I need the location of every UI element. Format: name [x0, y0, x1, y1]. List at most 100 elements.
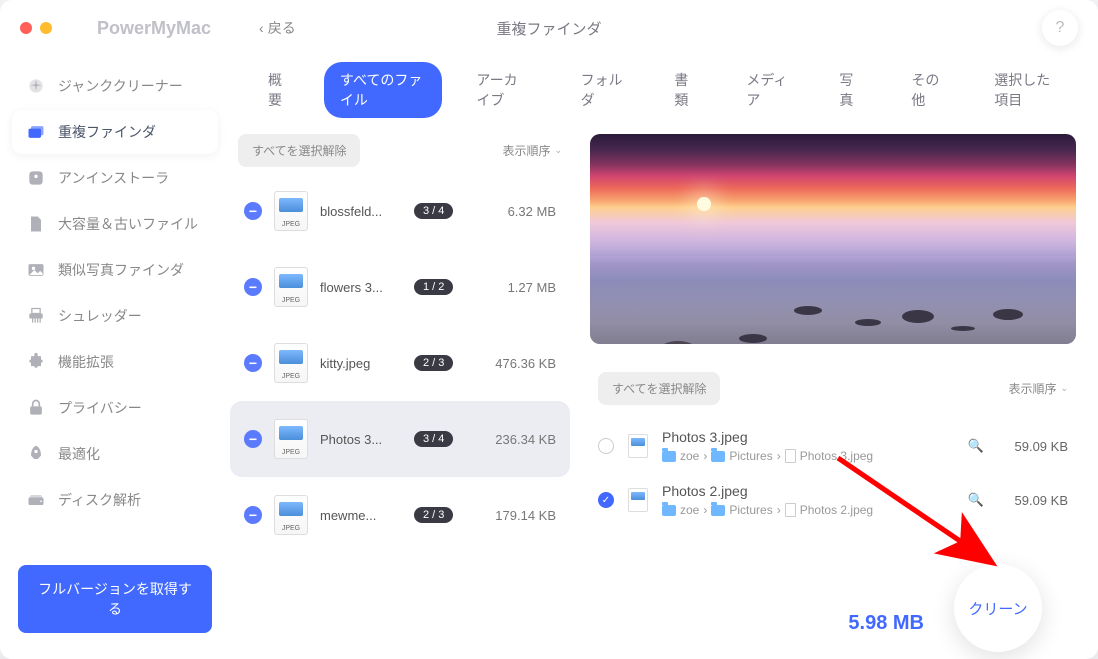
sidebar-item-label: 重複ファインダ	[58, 122, 156, 142]
image-icon	[26, 260, 46, 280]
folder-icon	[711, 505, 725, 516]
reveal-in-finder-icon[interactable]: 🔍	[968, 438, 984, 454]
file-icon	[785, 503, 796, 517]
shredder-icon	[26, 306, 46, 326]
detail-deselect-all-button[interactable]: すべてを選択解除	[598, 372, 720, 405]
group-name: kitty.jpeg	[320, 356, 402, 371]
tab-media[interactable]: メディア	[730, 62, 805, 118]
file-size: 59.09 KB	[998, 493, 1068, 508]
sidebar-item-uninstaller[interactable]: アンインストーラ	[12, 156, 218, 200]
jpeg-file-icon: JPEG	[274, 419, 308, 459]
tab-selected[interactable]: 選択した項目	[978, 62, 1076, 118]
sort-order-button[interactable]: 表示順序 ⌄	[502, 142, 562, 159]
sidebar-item-optimize[interactable]: 最適化	[12, 432, 218, 476]
sidebar: ジャンククリーナー 重複ファインダ アンインストーラ 大容量＆古いファイル 類似…	[0, 56, 230, 659]
jpeg-file-icon: JPEG	[274, 495, 308, 535]
collapse-icon[interactable]: −	[244, 430, 262, 448]
group-row[interactable]: − JPEG blossfeld... 3 / 4 6.32 MB	[230, 173, 570, 249]
sidebar-item-label: ジャンククリーナー	[58, 76, 183, 96]
collapse-icon[interactable]: −	[244, 506, 262, 524]
filter-tabs: 概要 すべてのファイル アーカイブ フォルダ 書類 メディア 写真 その他 選択…	[230, 56, 1098, 134]
folder-icon	[662, 505, 676, 516]
group-row[interactable]: − JPEG kitty.jpeg 2 / 3 476.36 KB	[230, 325, 570, 401]
jpeg-file-icon	[628, 434, 648, 458]
lock-icon	[26, 398, 46, 418]
tab-photos[interactable]: 写真	[823, 62, 877, 118]
file-row[interactable]: Photos 3.jpeg zoe › Pictures › Photo	[590, 419, 1076, 473]
tab-overview[interactable]: 概要	[252, 62, 306, 118]
sidebar-item-junk-cleaner[interactable]: ジャンククリーナー	[12, 64, 218, 108]
folder-stack-icon	[26, 122, 46, 142]
tab-other[interactable]: その他	[895, 62, 960, 118]
full-version-button[interactable]: フルバージョンを取得する	[18, 565, 212, 633]
duplicate-file-list: Photos 3.jpeg zoe › Pictures › Photo	[590, 419, 1076, 587]
help-button[interactable]: ?	[1042, 10, 1078, 46]
file-icon	[785, 449, 796, 463]
sidebar-item-large-old-files[interactable]: 大容量＆古いファイル	[12, 202, 218, 246]
group-size: 6.32 MB	[465, 204, 556, 219]
help-icon: ?	[1056, 19, 1065, 37]
file-checkbox[interactable]	[598, 438, 614, 454]
group-size: 476.36 KB	[465, 356, 556, 371]
tab-documents[interactable]: 書類	[658, 62, 712, 118]
count-badge: 3 / 4	[414, 431, 453, 447]
sidebar-item-duplicate-finder[interactable]: 重複ファインダ	[12, 110, 218, 154]
collapse-icon[interactable]: −	[244, 354, 262, 372]
minimize-window-icon[interactable]	[40, 22, 52, 34]
file-checkbox[interactable]: ✓	[598, 492, 614, 508]
file-icon	[26, 214, 46, 234]
count-badge: 2 / 3	[414, 507, 453, 523]
group-row[interactable]: − JPEG mewme... 2 / 3 179.14 KB	[230, 477, 570, 553]
count-badge: 1 / 2	[414, 279, 453, 295]
sidebar-item-label: ディスク解析	[58, 490, 141, 510]
jpeg-file-icon: JPEG	[274, 191, 308, 231]
collapse-icon[interactable]: −	[244, 202, 262, 220]
sidebar-item-shredder[interactable]: シュレッダー	[12, 294, 218, 338]
chevron-down-icon: ⌄	[554, 145, 562, 156]
detail-sort-button[interactable]: 表示順序 ⌄	[1008, 380, 1068, 397]
sidebar-item-label: シュレッダー	[58, 306, 142, 326]
app-icon	[26, 168, 46, 188]
duplicate-group-list: − JPEG blossfeld... 3 / 4 6.32 MB − JPEG…	[230, 173, 570, 659]
folder-icon	[711, 451, 725, 462]
sort-label: 表示順序	[502, 142, 550, 159]
reveal-in-finder-icon[interactable]: 🔍	[968, 492, 984, 508]
deselect-all-button[interactable]: すべてを選択解除	[238, 134, 360, 167]
window-controls[interactable]	[20, 22, 52, 34]
sidebar-item-label: プライバシー	[58, 398, 142, 418]
sidebar-item-label: 最適化	[58, 444, 100, 464]
sidebar-item-label: 類似写真ファインダ	[58, 260, 184, 280]
group-size: 179.14 KB	[465, 508, 556, 523]
window-title: 重複ファインダ	[496, 18, 601, 39]
group-name: blossfeld...	[320, 204, 402, 219]
group-row[interactable]: − JPEG flowers 3... 1 / 2 1.27 MB	[230, 249, 570, 325]
chevron-left-icon: ‹	[259, 20, 264, 36]
sidebar-item-similar-photos[interactable]: 類似写真ファインダ	[12, 248, 218, 292]
sidebar-item-label: アンインストーラ	[58, 168, 169, 188]
sidebar-item-disk-analysis[interactable]: ディスク解析	[12, 478, 218, 522]
close-window-icon[interactable]	[20, 22, 32, 34]
total-size: 5.98 MB	[848, 612, 924, 635]
file-row[interactable]: ✓ Photos 2.jpeg zoe › Pictures	[590, 473, 1076, 527]
group-name: Photos 3...	[320, 432, 402, 447]
tab-folders[interactable]: フォルダ	[565, 62, 641, 118]
sparkle-icon	[26, 76, 46, 96]
back-label: 戻る	[268, 18, 296, 38]
sidebar-item-privacy[interactable]: プライバシー	[12, 386, 218, 430]
count-badge: 2 / 3	[414, 355, 453, 371]
sidebar-item-extensions[interactable]: 機能拡張	[12, 340, 218, 384]
tab-all-files[interactable]: すべてのファイル	[324, 62, 442, 118]
disk-icon	[26, 490, 46, 510]
jpeg-file-icon: JPEG	[274, 343, 308, 383]
jpeg-file-icon: JPEG	[274, 267, 308, 307]
group-name: mewme...	[320, 508, 402, 523]
collapse-icon[interactable]: −	[244, 278, 262, 296]
back-button[interactable]: ‹ 戻る	[259, 18, 296, 38]
group-name: flowers 3...	[320, 280, 402, 295]
group-row[interactable]: − JPEG Photos 3... 3 / 4 236.34 KB	[230, 401, 570, 477]
sidebar-item-label: 大容量＆古いファイル	[58, 214, 198, 234]
preview-sun	[697, 197, 711, 211]
app-name: PowerMyMac	[97, 18, 211, 39]
chevron-down-icon: ⌄	[1060, 383, 1068, 394]
tab-archives[interactable]: アーカイブ	[460, 62, 546, 118]
